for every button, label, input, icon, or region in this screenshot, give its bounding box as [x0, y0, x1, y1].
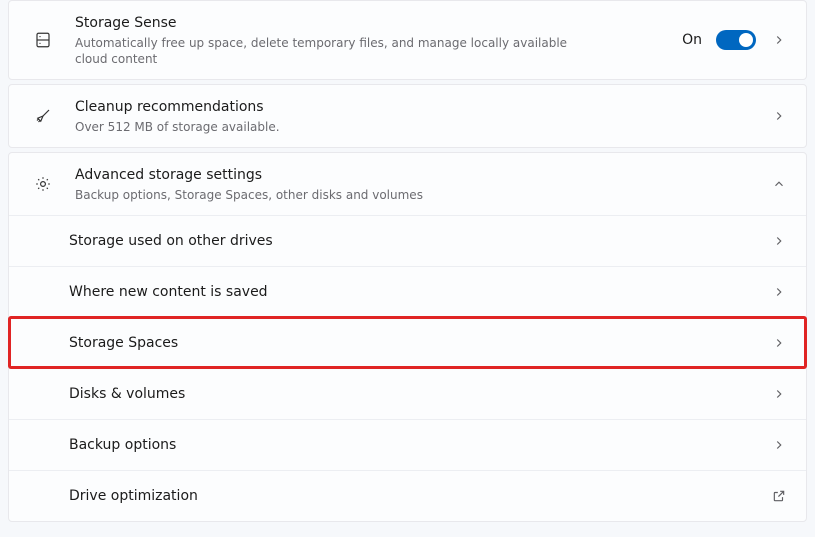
chevron-right-icon: [770, 232, 788, 250]
where-new-content-saved-row[interactable]: Where new content is saved: [9, 266, 806, 317]
list-item-label: Backup options: [69, 435, 770, 455]
chevron-right-icon: [770, 334, 788, 352]
chevron-right-icon: [770, 31, 788, 49]
cleanup-recommendations-row[interactable]: Cleanup recommendations Over 512 MB of s…: [9, 85, 806, 147]
gear-icon: [31, 175, 55, 193]
list-item-label: Disks & volumes: [69, 384, 770, 404]
list-item-label: Where new content is saved: [69, 282, 770, 302]
storage-sense-toggle[interactable]: [716, 30, 756, 50]
storage-sense-state: On: [682, 32, 702, 48]
storage-spaces-row[interactable]: Storage Spaces: [9, 317, 806, 368]
list-item-label: Drive optimization: [69, 486, 770, 506]
storage-used-other-drives-row[interactable]: Storage used on other drives: [9, 215, 806, 266]
chevron-right-icon: [770, 385, 788, 403]
chevron-up-icon: [770, 175, 788, 193]
backup-options-row[interactable]: Backup options: [9, 419, 806, 470]
advanced-title: Advanced storage settings: [75, 165, 770, 185]
list-item-label: Storage Spaces: [69, 333, 770, 353]
list-item-label: Storage used on other drives: [69, 231, 770, 251]
chevron-right-icon: [770, 436, 788, 454]
storage-sense-row[interactable]: Storage Sense Automatically free up spac…: [9, 1, 806, 79]
advanced-desc: Backup options, Storage Spaces, other di…: [75, 187, 595, 203]
chevron-right-icon: [770, 283, 788, 301]
external-link-icon: [770, 487, 788, 505]
cleanup-desc: Over 512 MB of storage available.: [75, 119, 595, 135]
chevron-right-icon: [770, 107, 788, 125]
drive-optimization-row[interactable]: Drive optimization: [9, 470, 806, 521]
storage-sense-title: Storage Sense: [75, 13, 682, 33]
storage-sense-desc: Automatically free up space, delete temp…: [75, 35, 595, 67]
advanced-storage-header[interactable]: Advanced storage settings Backup options…: [9, 153, 806, 215]
disks-and-volumes-row[interactable]: Disks & volumes: [9, 368, 806, 419]
cleanup-title: Cleanup recommendations: [75, 97, 770, 117]
broom-icon: [31, 107, 55, 125]
storage-icon: [31, 31, 55, 49]
